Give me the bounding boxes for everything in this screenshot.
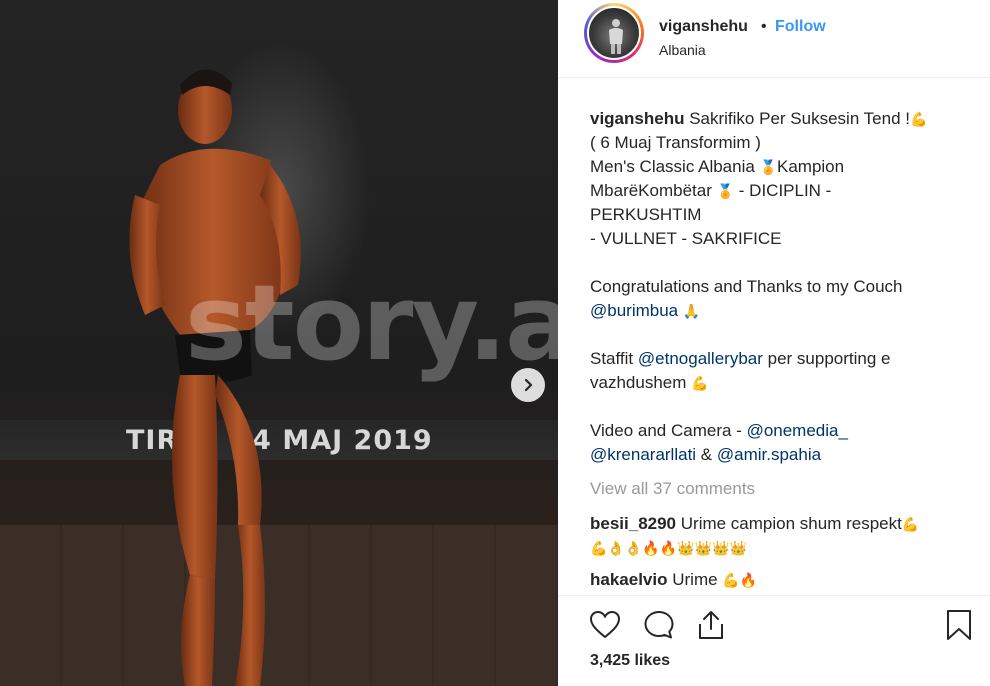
folded-hands-emoji-icon: 🙏 <box>682 303 701 319</box>
like-count[interactable]: 3,425 likes <box>590 652 670 670</box>
separator-dot: • <box>761 18 767 35</box>
avatar-figure <box>609 19 623 54</box>
flexed-biceps-fire-emoji-icon: 💪🔥 <box>722 572 758 588</box>
comment-text: Urime campion shum respekt <box>680 514 902 533</box>
caption-vazhdushem: vazhdushem <box>590 373 692 392</box>
caption-line-4a: MbarëKombëtar <box>590 181 717 200</box>
comment-username-link[interactable]: besii_8290 <box>590 514 676 533</box>
post-header: viganshehu • Follow Albania <box>558 0 990 78</box>
share-icon <box>699 611 723 639</box>
share-button[interactable] <box>694 608 728 642</box>
avatar[interactable] <box>587 6 641 60</box>
comment-icon <box>644 611 674 639</box>
flexed-biceps-emoji-icon: 💪 <box>691 375 709 391</box>
caption-video: Video and Camera - <box>590 421 747 440</box>
location-link[interactable]: Albania <box>659 42 706 58</box>
chevron-right-icon <box>524 378 533 392</box>
post-sidebar: viganshehu • Follow Albania viganshehu S… <box>558 0 990 686</box>
post-caption: viganshehu Sakrifiko Per Suksesin Tend !… <box>590 107 980 467</box>
post-photo[interactable]: TIRA 4 MAJ 2019 story.al <box>0 0 558 686</box>
mention-amir-spahia[interactable]: @amir.spahia <box>717 445 821 464</box>
caption-line-3b: Kampion <box>776 157 845 176</box>
like-button[interactable] <box>588 608 622 642</box>
action-bar <box>558 595 990 645</box>
comment-item: hakaelvio Urime 💪🔥 <box>590 568 980 592</box>
header-username-link[interactable]: viganshehu <box>659 18 748 36</box>
mention-burimbua[interactable]: @burimbua <box>590 301 678 320</box>
bookmark-icon <box>947 610 971 640</box>
flexed-biceps-emoji-icon: 💪 <box>901 516 920 532</box>
heart-icon <box>589 610 621 639</box>
caption-line-4b: - DICIPLIN - <box>734 181 832 200</box>
medal-emoji-icon: 🏅 <box>759 159 777 175</box>
caption-line-5: PERKUSHTIM <box>590 205 702 224</box>
next-image-button[interactable] <box>511 368 545 402</box>
mention-etnogallerybar[interactable]: @etnogallerybar <box>638 349 763 368</box>
comment-username-link[interactable]: hakaelvio <box>590 570 668 589</box>
caption-line-3a: Men's Classic Albania <box>590 157 760 176</box>
caption-thanks: Congratulations and Thanks to my Couch <box>590 277 903 296</box>
caption-supporting: per supporting e <box>762 349 891 368</box>
caption-line-2: ( 6 Muaj Transformim ) <box>590 133 761 152</box>
caption-line-1: Sakrifiko Per Suksesin Tend ! <box>689 109 910 128</box>
view-all-comments-link[interactable]: View all 37 comments <box>590 479 755 499</box>
flexed-biceps-emoji-icon: 💪 <box>910 111 928 127</box>
follow-button[interactable]: Follow <box>775 18 826 36</box>
comment-text: Urime <box>672 570 723 589</box>
mention-onemedia[interactable]: @onemedia_ <box>747 421 848 440</box>
save-button[interactable] <box>942 608 976 642</box>
caption-username-link[interactable]: viganshehu <box>590 109 684 128</box>
emoji-row-icon: 💪👌👌🔥🔥👑👑👑👑 <box>590 540 747 556</box>
story-ring[interactable] <box>584 3 644 63</box>
caption-amp: & <box>696 445 717 464</box>
comment-item: besii_8290 Urime campion shum respekt💪 💪… <box>590 512 980 560</box>
comment-button[interactable] <box>642 608 676 642</box>
watermark: story.al <box>185 262 558 384</box>
caption-staffit: Staffit <box>590 349 638 368</box>
mention-krenararllati[interactable]: @krenararllati <box>590 445 696 464</box>
caption-line-6: - VULLNET - SAKRIFICE <box>590 229 782 248</box>
medal-emoji-icon: 🏅 <box>716 183 735 199</box>
